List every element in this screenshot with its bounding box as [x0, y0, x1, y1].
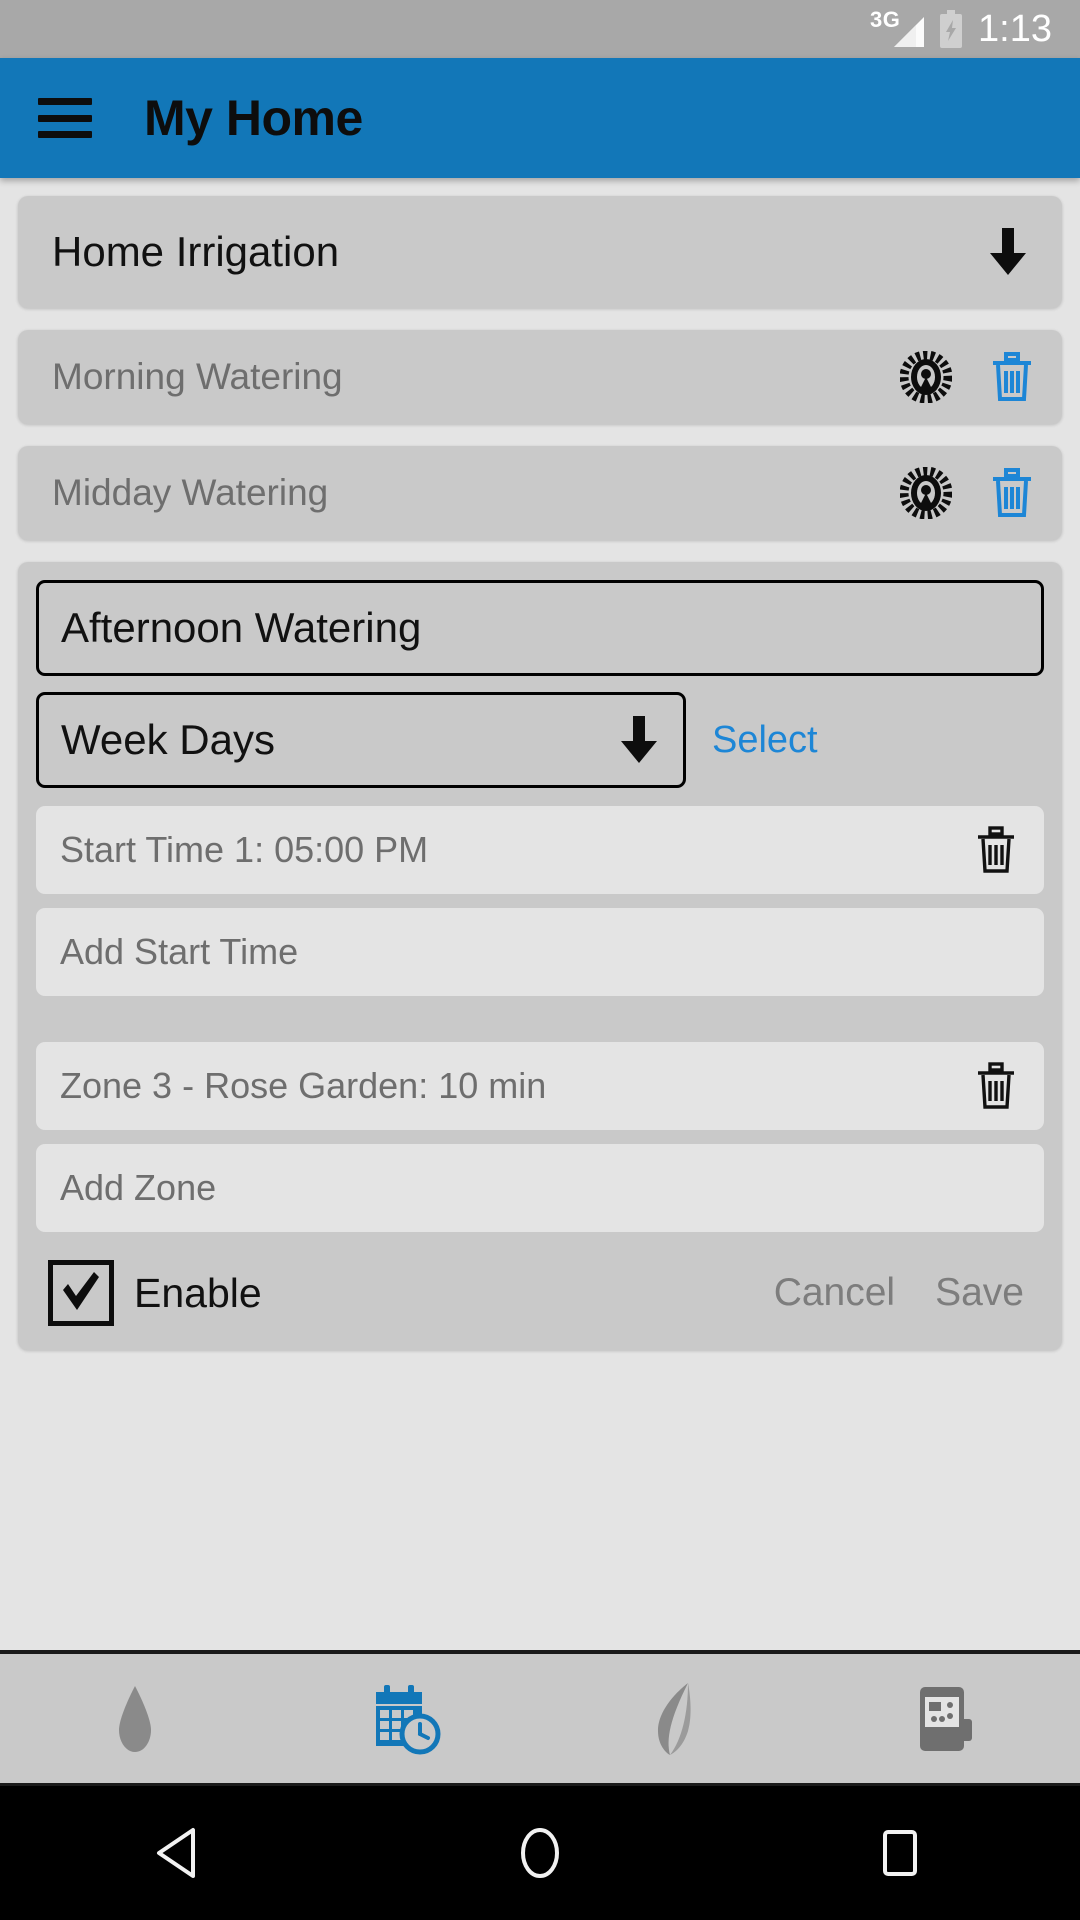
start-time-label: Start Time 1: 05:00 PM [60, 829, 429, 870]
edit-card-footer: Enable Cancel Save [36, 1246, 1044, 1330]
days-dropdown-value: Week Days [61, 716, 275, 763]
recents-square-icon [883, 1830, 917, 1876]
back-triangle-icon [157, 1828, 195, 1878]
start-time-row[interactable]: Start Time 1: 05:00 PM [36, 806, 1044, 894]
enable-label: Enable [134, 1269, 262, 1316]
arrow-down-icon [621, 716, 657, 763]
add-zone-row[interactable]: Add Zone [36, 1144, 1044, 1232]
cancel-button[interactable]: Cancel [774, 1271, 895, 1315]
app-bar: My Home [0, 58, 1080, 178]
page-title: My Home [144, 90, 363, 146]
add-start-time-row[interactable]: Add Start Time [36, 908, 1044, 996]
section-divider [36, 1010, 1044, 1042]
recents-button[interactable] [720, 1824, 1080, 1882]
nav-item-schedule[interactable] [270, 1682, 540, 1756]
trash-icon[interactable] [976, 826, 1016, 874]
clock-label: 1:13 [978, 8, 1052, 50]
battery-charging-icon [938, 10, 964, 48]
zone-row[interactable]: Zone 3 - Rose Garden: 10 min [36, 1042, 1044, 1130]
enable-toggle[interactable]: Enable [48, 1260, 262, 1326]
nav-item-seasonal[interactable] [540, 1681, 810, 1757]
days-selector-row: Week Days Select [36, 692, 1044, 788]
system-navigation-bar [0, 1786, 1080, 1920]
days-dropdown[interactable]: Week Days [36, 692, 686, 788]
controller-device-icon [920, 1686, 972, 1751]
hamburger-menu-icon[interactable] [38, 98, 92, 138]
gear-icon[interactable] [900, 351, 952, 403]
enable-checkbox[interactable] [48, 1260, 114, 1326]
add-start-time-label: Add Start Time [60, 931, 299, 972]
leaf-icon [658, 1682, 691, 1755]
home-circle-icon [521, 1828, 559, 1878]
program-name-input[interactable]: Afternoon Watering [36, 580, 1044, 676]
program-name-label: Midday Watering [52, 472, 329, 513]
signal-bars-icon: 3G [870, 7, 925, 49]
nav-item-controller[interactable] [810, 1683, 1080, 1755]
program-row-midday-watering[interactable]: Midday Watering [18, 446, 1062, 540]
program-edit-card: Afternoon Watering Week Days Select Star… [18, 562, 1062, 1350]
trash-icon[interactable] [976, 1062, 1016, 1110]
add-zone-label: Add Zone [60, 1167, 217, 1208]
days-select-link[interactable]: Select [712, 719, 818, 762]
arrow-down-icon[interactable] [988, 228, 1028, 276]
signal-triangle-icon [894, 17, 925, 47]
checkmark-icon [63, 1272, 99, 1310]
zone-label: Zone 3 - Rose Garden: 10 min [60, 1065, 547, 1106]
bottom-navigation [0, 1650, 1080, 1786]
controller-name-label: Home Irrigation [52, 228, 340, 275]
save-button[interactable]: Save [935, 1271, 1024, 1315]
trash-icon[interactable] [990, 351, 1034, 403]
water-drop-icon [119, 1685, 151, 1752]
program-name-label: Morning Watering [52, 356, 343, 397]
main-content: Home Irrigation Morning Watering Midday … [0, 178, 1080, 1650]
controller-selector[interactable]: Home Irrigation [18, 196, 1062, 308]
calendar-clock-icon [376, 1684, 441, 1754]
trash-icon[interactable] [990, 467, 1034, 519]
phone-screen: 3G 1:13 My Home Home Irrigation Morning … [0, 0, 1080, 1920]
back-button[interactable] [0, 1824, 360, 1882]
program-name-value: Afternoon Watering [61, 604, 422, 651]
gear-icon[interactable] [900, 467, 952, 519]
home-button[interactable] [360, 1824, 720, 1882]
nav-item-watering[interactable] [0, 1682, 270, 1756]
status-bar: 3G 1:13 [0, 0, 1080, 58]
program-row-morning-watering[interactable]: Morning Watering [18, 330, 1062, 424]
